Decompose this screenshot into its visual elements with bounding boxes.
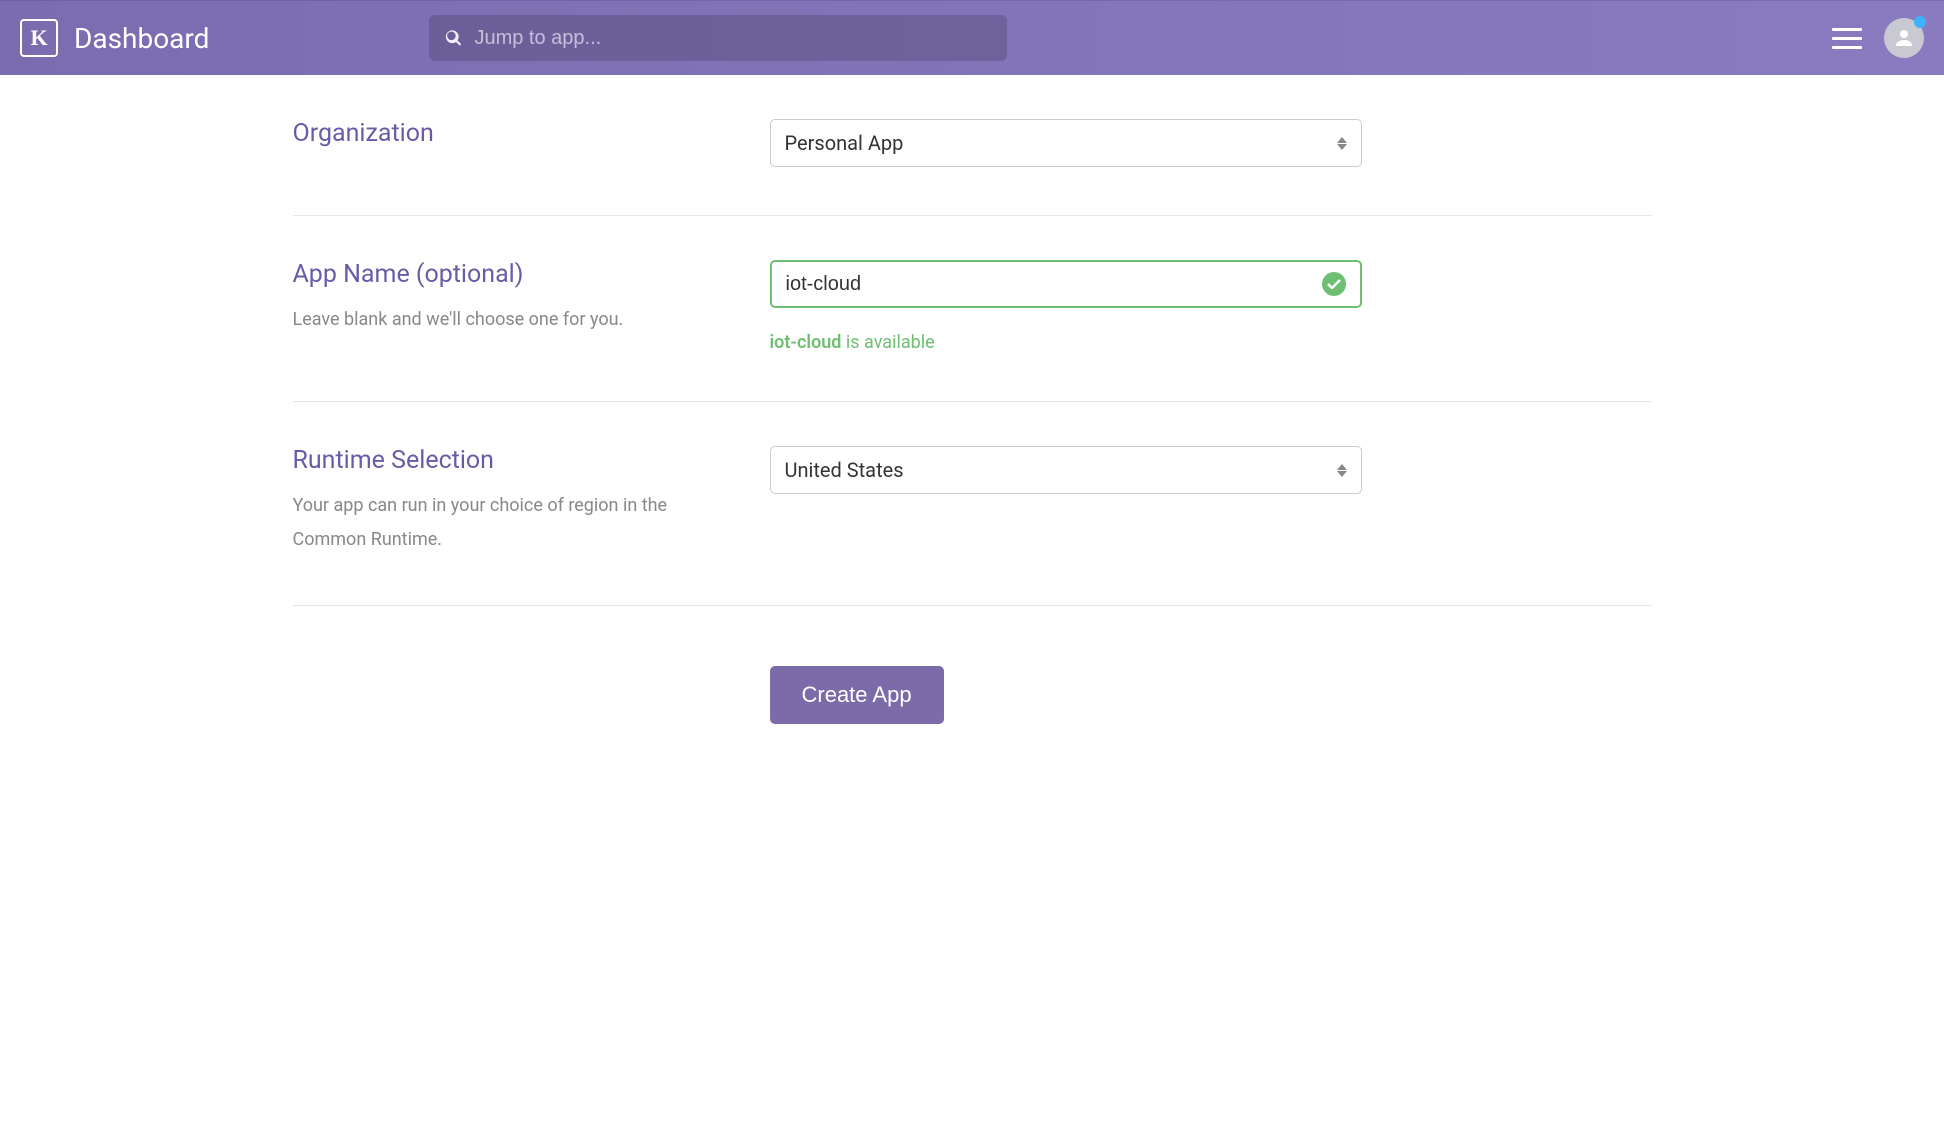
app-name-input-wrap: [770, 260, 1362, 308]
runtime-section: Runtime Selection Your app can run in yo…: [293, 402, 1652, 606]
notification-dot-icon: [1914, 16, 1926, 28]
app-name-label: App Name (optional): [293, 260, 770, 289]
app-name-help: Leave blank and we'll choose one for you…: [293, 303, 693, 337]
organization-selected-value: Personal App: [785, 131, 904, 155]
page-title: Dashboard: [74, 22, 209, 55]
organization-select[interactable]: Personal App: [770, 119, 1362, 167]
submit-row: Create App: [293, 606, 1652, 752]
runtime-select[interactable]: United States: [770, 446, 1362, 494]
chevron-up-down-icon: [1337, 137, 1347, 150]
menu-icon[interactable]: [1832, 28, 1862, 49]
availability-name: iot-cloud: [770, 332, 842, 353]
chevron-up-down-icon: [1337, 464, 1347, 477]
runtime-selected-value: United States: [785, 458, 904, 482]
organization-label: Organization: [293, 119, 770, 148]
app-name-section: App Name (optional) Leave blank and we'l…: [293, 216, 1652, 402]
check-circle-icon: [1322, 272, 1346, 296]
organization-section: Organization Personal App: [293, 75, 1652, 216]
app-name-input[interactable]: [786, 273, 1322, 296]
app-header: K Dashboard: [0, 0, 1944, 75]
user-menu[interactable]: [1884, 18, 1924, 58]
person-icon: [1892, 26, 1916, 50]
search-icon: [445, 29, 462, 47]
search-input[interactable]: [474, 27, 991, 50]
create-app-button[interactable]: Create App: [770, 666, 944, 724]
logo[interactable]: K: [20, 19, 58, 57]
availability-message: iot-cloud is available: [770, 332, 1652, 353]
logo-glyph: K: [30, 25, 47, 51]
runtime-label: Runtime Selection: [293, 446, 770, 475]
runtime-help: Your app can run in your choice of regio…: [293, 489, 693, 557]
search-box[interactable]: [429, 15, 1007, 61]
availability-suffix: is available: [841, 332, 934, 353]
